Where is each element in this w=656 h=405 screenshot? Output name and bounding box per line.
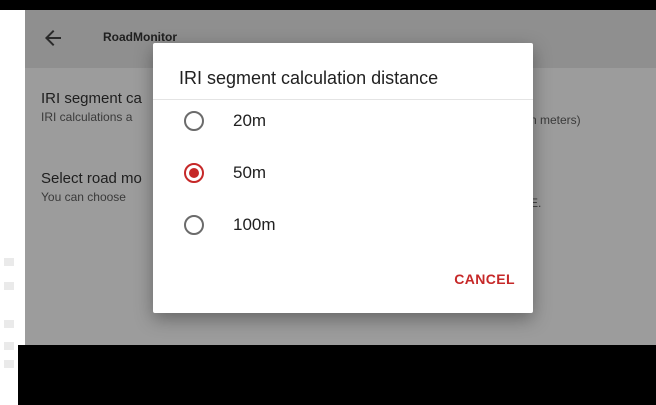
preference-title: Select road mo bbox=[41, 170, 142, 187]
radio-button[interactable] bbox=[184, 111, 204, 131]
frame-tick bbox=[4, 342, 14, 350]
option-label: 100m bbox=[233, 215, 276, 234]
preference-road-mode[interactable]: Select road mo You can choose bbox=[41, 170, 142, 204]
radio-button[interactable] bbox=[184, 163, 204, 183]
preference-summary: You can choose bbox=[41, 190, 126, 204]
app-title: RoadMonitor bbox=[103, 30, 177, 44]
preference-iri-distance[interactable]: IRI segment ca IRI calculations a bbox=[41, 90, 142, 124]
preference-summary: IRI calculations a bbox=[41, 110, 133, 124]
radio-button[interactable] bbox=[184, 215, 204, 235]
frame-tick bbox=[4, 320, 14, 328]
device-frame-left bbox=[0, 10, 20, 405]
option-100m[interactable]: 100m bbox=[153, 200, 533, 250]
dialog-title: IRI segment calculation distance bbox=[179, 68, 439, 88]
distance-dialog: IRI segment calculation distance 20m 50m… bbox=[153, 43, 533, 313]
option-label: 20m bbox=[233, 111, 267, 130]
frame-tick bbox=[4, 360, 14, 368]
frame-tick bbox=[4, 258, 14, 266]
device-frame-bottom bbox=[18, 345, 656, 405]
cancel-button[interactable]: CANCEL bbox=[454, 271, 515, 287]
option-20m[interactable]: 20m bbox=[153, 96, 533, 146]
option-50m[interactable]: 50m bbox=[153, 148, 533, 198]
frame-tick bbox=[4, 282, 14, 290]
preference-title: IRI segment ca bbox=[41, 90, 142, 107]
option-label: 50m bbox=[233, 163, 267, 182]
device-frame-top bbox=[0, 0, 656, 10]
arrow-left-icon[interactable] bbox=[41, 26, 65, 50]
preference-summary-tail: n meters) bbox=[530, 113, 581, 127]
